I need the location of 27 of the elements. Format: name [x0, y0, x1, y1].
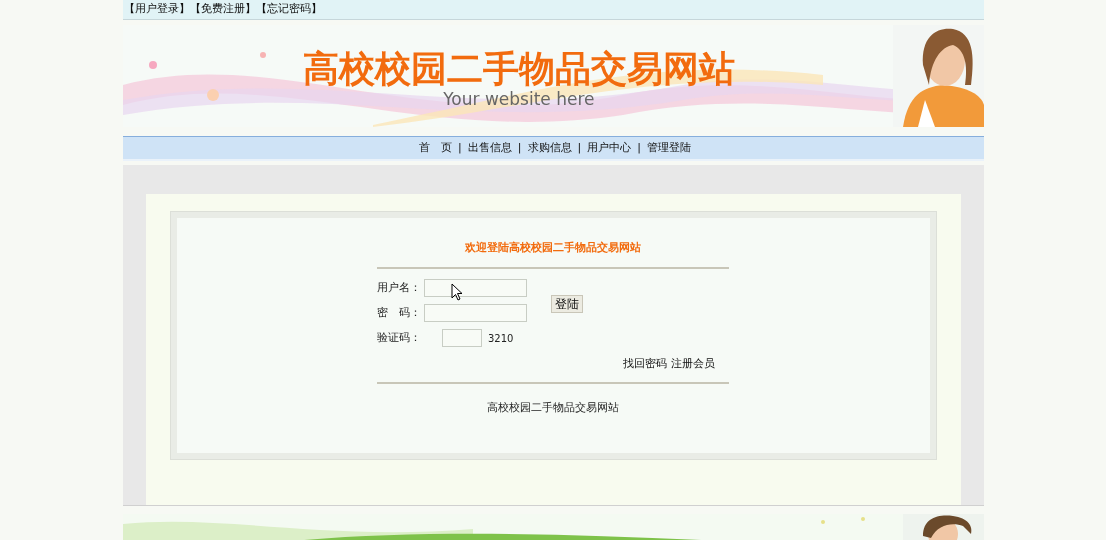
login-footer-text: 高校校园二手物品交易网站	[486, 400, 620, 416]
text-link[interactable]: 找回密码	[623, 355, 667, 372]
nav-link[interactable]: 首 页	[419, 139, 453, 157]
nav-separator: |	[458, 139, 462, 156]
banner-title: 高校校园二手物品交易网站	[302, 47, 735, 89]
nav-separator: |	[577, 139, 582, 156]
input-field[interactable]	[424, 279, 527, 297]
banner-subtitle: Your website here	[443, 89, 595, 109]
mouse-pointer-icon	[451, 283, 463, 301]
field-label: 验证码：	[377, 329, 422, 346]
top-link[interactable]: 【用户登录】	[123, 1, 190, 18]
top-link[interactable]: 【忘记密码】	[255, 1, 322, 18]
nav-link[interactable]: 管理登陆	[646, 139, 691, 157]
login-heading: 欢迎登陆高校校园二手物品交易网站	[464, 240, 642, 256]
field-label: 密 码：	[377, 304, 422, 321]
nav-link[interactable]: 用户中心	[587, 139, 632, 157]
captcha-field[interactable]	[442, 329, 482, 347]
login-button[interactable]: 登陆	[551, 295, 583, 313]
nav-link[interactable]: 出售信息	[467, 139, 512, 157]
text-link[interactable]: 注册会员	[671, 355, 715, 372]
input-field[interactable]	[424, 304, 527, 322]
nav-separator: |	[637, 139, 641, 156]
top-link[interactable]: 【免费注册】	[189, 1, 256, 18]
nav-link[interactable]: 求购信息	[527, 139, 572, 157]
nav-separator: |	[517, 139, 522, 156]
captcha-code: 3210	[488, 331, 514, 346]
field-label: 用户名：	[377, 279, 422, 296]
